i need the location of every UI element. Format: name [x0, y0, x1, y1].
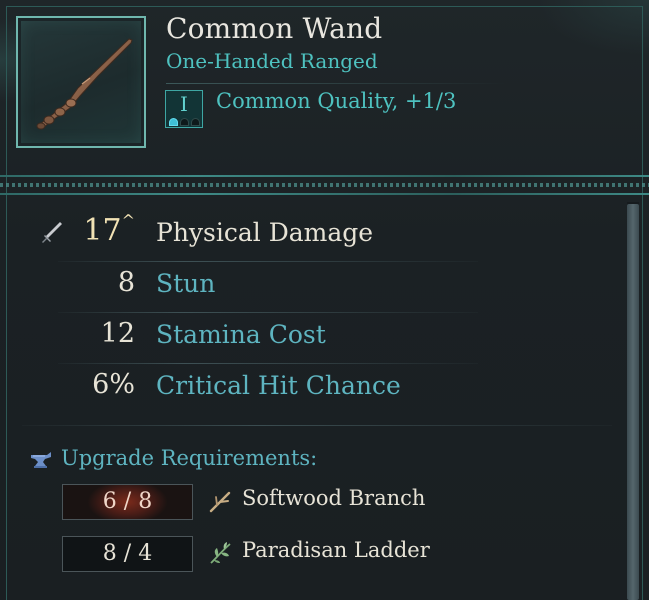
herb-icon: [210, 542, 231, 564]
tier-pip: [180, 118, 189, 126]
ornament-dots: [0, 183, 649, 187]
stat-divider: [58, 261, 478, 262]
stat-row-stun: 8 Stun: [0, 267, 620, 317]
item-type: One-Handed Ranged: [166, 49, 378, 73]
stat-value: 6%: [92, 369, 135, 400]
stat-row-stamina-cost: 12 Stamina Cost: [0, 318, 620, 368]
stat-row-physical-damage: 17^ Physical Damage: [0, 211, 620, 266]
frame-border-right: [642, 6, 643, 600]
stat-value: 12: [100, 318, 135, 349]
section-divider: [22, 425, 612, 426]
stat-label: Stun: [156, 269, 216, 298]
scrollbar-thumb[interactable]: [627, 204, 639, 600]
requirement-paradisan-ladder: 8 / 4 Paradisan Ladder: [0, 536, 600, 576]
ornament-divider: [0, 175, 649, 195]
upgrade-requirements-title: Upgrade Requirements:: [61, 446, 318, 470]
tier-pip: [169, 118, 178, 126]
stat-divider: [58, 312, 478, 313]
upgrade-indicator-icon: ^: [121, 211, 135, 230]
stat-label: Physical Damage: [156, 218, 374, 247]
requirement-softwood-branch: 6 / 8 Softwood Branch: [0, 484, 600, 524]
stat-value: 17^: [83, 211, 135, 248]
requirement-name: Paradisan Ladder: [242, 538, 430, 562]
stat-label: Stamina Cost: [156, 320, 326, 349]
ornament-line: [0, 175, 649, 177]
anvil-icon: [31, 452, 51, 468]
item-portrait: [16, 16, 146, 148]
requirement-count: 8 / 4: [62, 536, 193, 572]
stat-row-critical-hit-chance: 6% Critical Hit Chance: [0, 369, 620, 419]
header-divider: [166, 83, 506, 84]
stat-divider: [58, 363, 478, 364]
ornament-line: [0, 193, 649, 195]
stat-value: 8: [117, 267, 135, 298]
tier-pips: [168, 118, 203, 127]
tier-numeral: I: [180, 92, 188, 116]
stat-label: Critical Hit Chance: [156, 371, 401, 400]
tier-badge: I: [165, 90, 203, 128]
tier-pip: [191, 118, 200, 126]
quality-label: Common Quality, +1/3: [216, 89, 457, 113]
item-name: Common Wand: [166, 12, 383, 45]
item-tooltip-panel: Common Wand One-Handed Ranged I Common Q…: [0, 0, 649, 600]
wand-icon: [36, 38, 133, 130]
branch-icon: [209, 491, 231, 513]
requirement-name: Softwood Branch: [242, 486, 426, 510]
requirement-count: 6 / 8: [62, 484, 193, 520]
stat-value-number: 17: [83, 213, 122, 248]
frame-border-top: [6, 6, 643, 7]
